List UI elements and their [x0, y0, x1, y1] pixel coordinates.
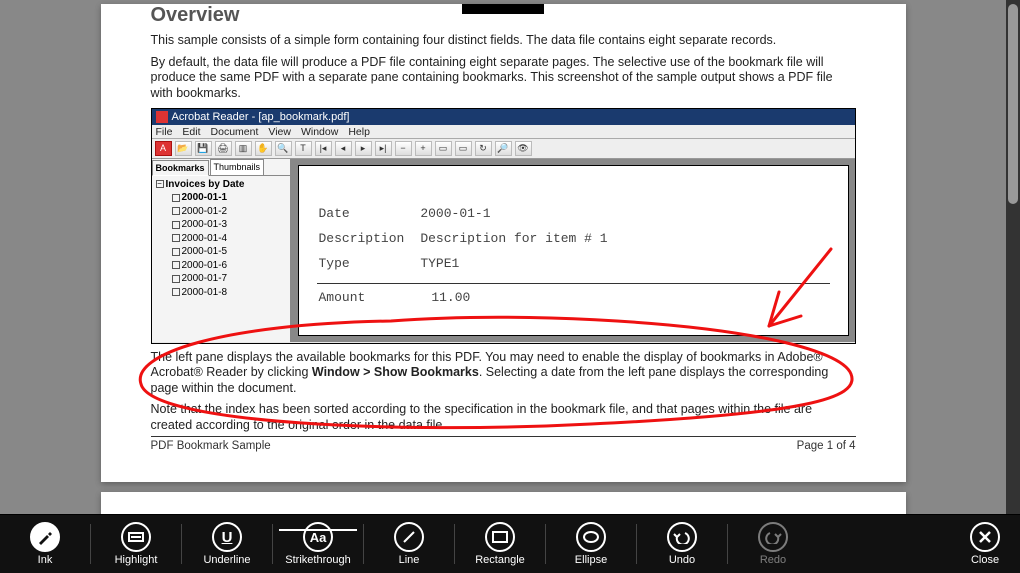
tree-item-5: 2000-01-5	[182, 245, 228, 259]
tab-thumbnails: Thumbnails	[210, 159, 265, 175]
tree-item-4: 2000-01-4	[182, 232, 228, 246]
bookmark-tree: −Invoices by Date 2000-01-1 2000-01-2 20…	[152, 176, 290, 302]
zoom-in-icon: +	[415, 141, 432, 156]
tree-item-1: 2000-01-1	[182, 191, 228, 205]
viewport: Overview This sample consists of a simpl…	[0, 0, 1020, 573]
paragraph-4: Note that the index has been sorted acco…	[151, 402, 856, 433]
document-area[interactable]: Overview This sample consists of a simpl…	[0, 0, 1006, 514]
prev-page-icon: ◂	[335, 141, 352, 156]
rectangle-icon	[485, 522, 515, 552]
next-page-icon: ▸	[355, 141, 372, 156]
content-pane: Date2000-01-1 DescriptionDescription for…	[292, 159, 855, 342]
menu-path-bold: Window > Show Bookmarks	[312, 365, 479, 379]
line-button[interactable]: Line	[364, 515, 454, 573]
sample-screenshot: Acrobat Reader - [ap_bookmark.pdf] File …	[151, 108, 856, 344]
rotate-icon: ↻	[475, 141, 492, 156]
underline-button[interactable]: U Underline	[182, 515, 272, 573]
page-1: Overview This sample consists of a simpl…	[101, 4, 906, 482]
field-date-value: 2000-01-1	[420, 202, 621, 225]
tree-item-3: 2000-01-3	[182, 218, 228, 232]
find-icon: 🔎	[495, 141, 512, 156]
close-icon	[970, 522, 1000, 552]
footer-title: PDF Bookmark Sample	[151, 440, 271, 452]
open-icon: 📂	[175, 141, 192, 156]
annotation-toolbar: Ink Highlight U Underline Aa Strikethrou…	[0, 514, 1020, 573]
underline-icon: U	[212, 522, 242, 552]
line-icon	[394, 522, 424, 552]
acrobat-menubar: File Edit Document View Window Help	[152, 125, 855, 139]
field-date-label: Date	[319, 202, 419, 225]
acrobat-toolbar: A 📂 💾 🖨 ▥ ✋ 🔍 T |◂ ◂ ▸ ▸| − + ▭ ▭ ↻	[152, 139, 855, 159]
paragraph-1: This sample consists of a simple form co…	[151, 33, 856, 49]
field-amount-value: 11.00	[381, 286, 484, 309]
acrobat-title: Acrobat Reader - [ap_bookmark.pdf]	[172, 111, 350, 123]
field-amount-label: Amount	[319, 286, 380, 309]
scrollbar-thumb[interactable]	[1008, 4, 1018, 204]
ink-icon	[30, 522, 60, 552]
menu-file: File	[156, 126, 173, 137]
menu-edit: Edit	[182, 126, 200, 137]
drag-handle[interactable]	[462, 4, 544, 14]
fit-page-icon: ▭	[435, 141, 452, 156]
redo-button[interactable]: Redo	[728, 515, 818, 573]
nav-icon: ▥	[235, 141, 252, 156]
highlight-icon	[121, 522, 151, 552]
tree-item-7: 2000-01-7	[182, 272, 228, 286]
ellipse-icon	[576, 522, 606, 552]
tree-root: Invoices by Date	[166, 178, 245, 192]
tree-item-6: 2000-01-6	[182, 259, 228, 273]
page-footer: PDF Bookmark Sample Page 1 of 4	[151, 436, 856, 452]
tree-item-2: 2000-01-2	[182, 205, 228, 219]
zoom-icon: 🔍	[275, 141, 292, 156]
undo-button[interactable]: Undo	[637, 515, 727, 573]
strikethrough-icon: Aa	[303, 522, 333, 552]
menu-view: View	[268, 126, 291, 137]
rendered-page: Date2000-01-1 DescriptionDescription for…	[298, 165, 849, 336]
acrobat-icon	[156, 111, 168, 123]
zoom-out-icon: −	[395, 141, 412, 156]
field-type-value: TYPE1	[420, 252, 621, 275]
bookmark-pane: Bookmarks Thumbnails −Invoices by Date 2…	[152, 159, 292, 342]
last-page-icon: ▸|	[375, 141, 392, 156]
undo-icon	[667, 522, 697, 552]
save-icon: 💾	[195, 141, 212, 156]
search-icon: 👁	[515, 141, 532, 156]
paragraph-3: The left pane displays the available boo…	[151, 350, 856, 397]
field-desc-label: Description	[319, 227, 419, 250]
hand-icon: ✋	[255, 141, 272, 156]
rectangle-button[interactable]: Rectangle	[455, 515, 545, 573]
fit-width-icon: ▭	[455, 141, 472, 156]
tree-item-8: 2000-01-8	[182, 286, 228, 300]
tab-bookmarks: Bookmarks	[152, 160, 209, 176]
page-2	[101, 492, 906, 514]
close-button[interactable]: Close	[950, 515, 1020, 573]
vertical-scrollbar[interactable]	[1006, 0, 1020, 514]
first-page-icon: |◂	[315, 141, 332, 156]
paragraph-2: By default, the data file will produce a…	[151, 55, 856, 102]
highlight-button[interactable]: Highlight	[91, 515, 181, 573]
strikethrough-button[interactable]: Aa Strikethrough	[273, 515, 363, 573]
print-icon: 🖨	[215, 141, 232, 156]
adobe-logo-icon: A	[155, 141, 172, 156]
menu-window: Window	[301, 126, 338, 137]
menu-help: Help	[348, 126, 370, 137]
acrobat-titlebar: Acrobat Reader - [ap_bookmark.pdf]	[152, 109, 855, 125]
ink-button[interactable]: Ink	[0, 515, 90, 573]
menu-document: Document	[211, 126, 259, 137]
text-select-icon: T	[295, 141, 312, 156]
field-desc-value: Description for item # 1	[420, 227, 621, 250]
redo-icon	[758, 522, 788, 552]
field-type-label: Type	[319, 252, 419, 275]
footer-page: Page 1 of 4	[797, 440, 856, 452]
ellipse-button[interactable]: Ellipse	[546, 515, 636, 573]
